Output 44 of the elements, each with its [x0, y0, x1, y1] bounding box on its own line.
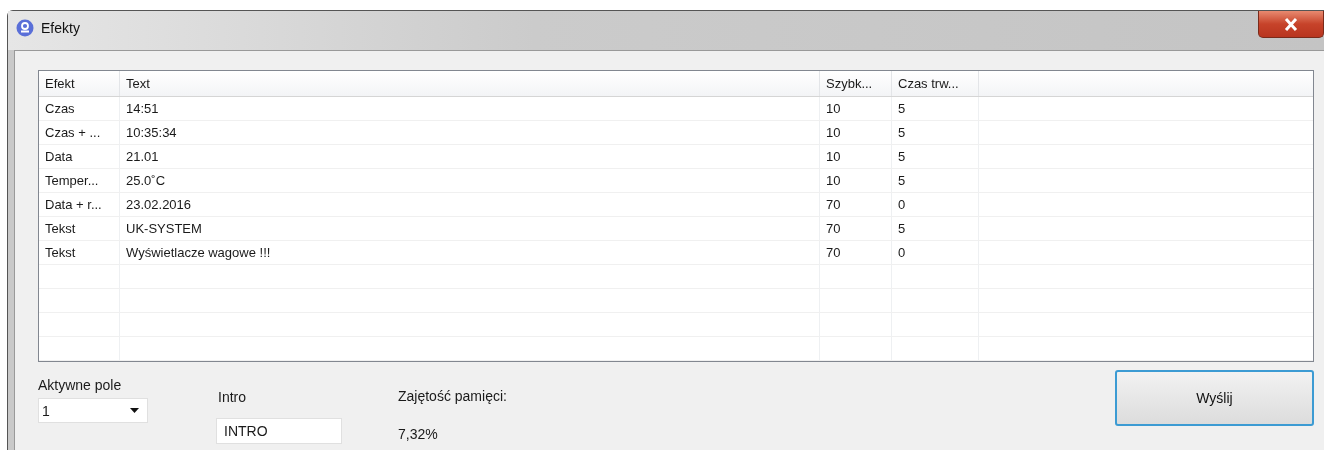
memory-value: 7,32%	[398, 426, 439, 442]
table-cell: 21.01	[120, 145, 820, 168]
table-cell: 10:35:34	[120, 121, 820, 144]
table-cell: 70	[820, 193, 892, 216]
caret-icon	[130, 408, 139, 413]
column-header[interactable]: Czas trw...	[892, 71, 979, 96]
app-icon	[16, 19, 34, 37]
table-cell: 5	[892, 169, 979, 192]
column-header[interactable]: Szybk...	[820, 71, 892, 96]
table-cell: 5	[892, 121, 979, 144]
table-cell: Temper...	[39, 169, 120, 192]
table-cell: Tekst	[39, 241, 120, 264]
active-field-dropdown[interactable]: 1	[38, 398, 148, 423]
table-cell: 5	[892, 217, 979, 240]
table-cell: 5	[892, 97, 979, 120]
close-button[interactable]	[1258, 11, 1324, 38]
table-cell: 23.02.2016	[120, 193, 820, 216]
send-button[interactable]: Wyślij	[1115, 370, 1314, 426]
column-header[interactable]: Efekt	[39, 71, 120, 96]
window-title: Efekty	[41, 20, 80, 36]
table-cell: Data	[39, 145, 120, 168]
column-header[interactable]: Text	[120, 71, 820, 96]
table-cell: 70	[820, 241, 892, 264]
field-label: Intro	[218, 388, 247, 406]
table-cell: 0	[892, 193, 979, 216]
table-cell: 14:51	[120, 97, 820, 120]
table-cell: 5	[892, 145, 979, 168]
intro-field[interactable]: INTRO	[216, 418, 342, 444]
table-cell: 10	[820, 97, 892, 120]
table-cell: 10	[820, 169, 892, 192]
table-cell: Tekst	[39, 217, 120, 240]
table-cell: Data + r...	[39, 193, 120, 216]
table-cell: 10	[820, 121, 892, 144]
table-cell: 25.0˚C	[120, 169, 820, 192]
table-cell: 0	[892, 241, 979, 264]
table-cell: UK-SYSTEM	[120, 217, 820, 240]
table-cell: 70	[820, 217, 892, 240]
memory-label: Zajętość pamięci:	[398, 387, 508, 405]
table-cell: Czas + ...	[39, 121, 120, 144]
field-label: Aktywne pole	[38, 376, 123, 394]
table-cell: 10	[820, 145, 892, 168]
close-icon	[1284, 17, 1298, 31]
table-cell: Wyświetlacze wagowe !!!	[120, 241, 820, 264]
table-cell: Czas	[39, 97, 120, 120]
